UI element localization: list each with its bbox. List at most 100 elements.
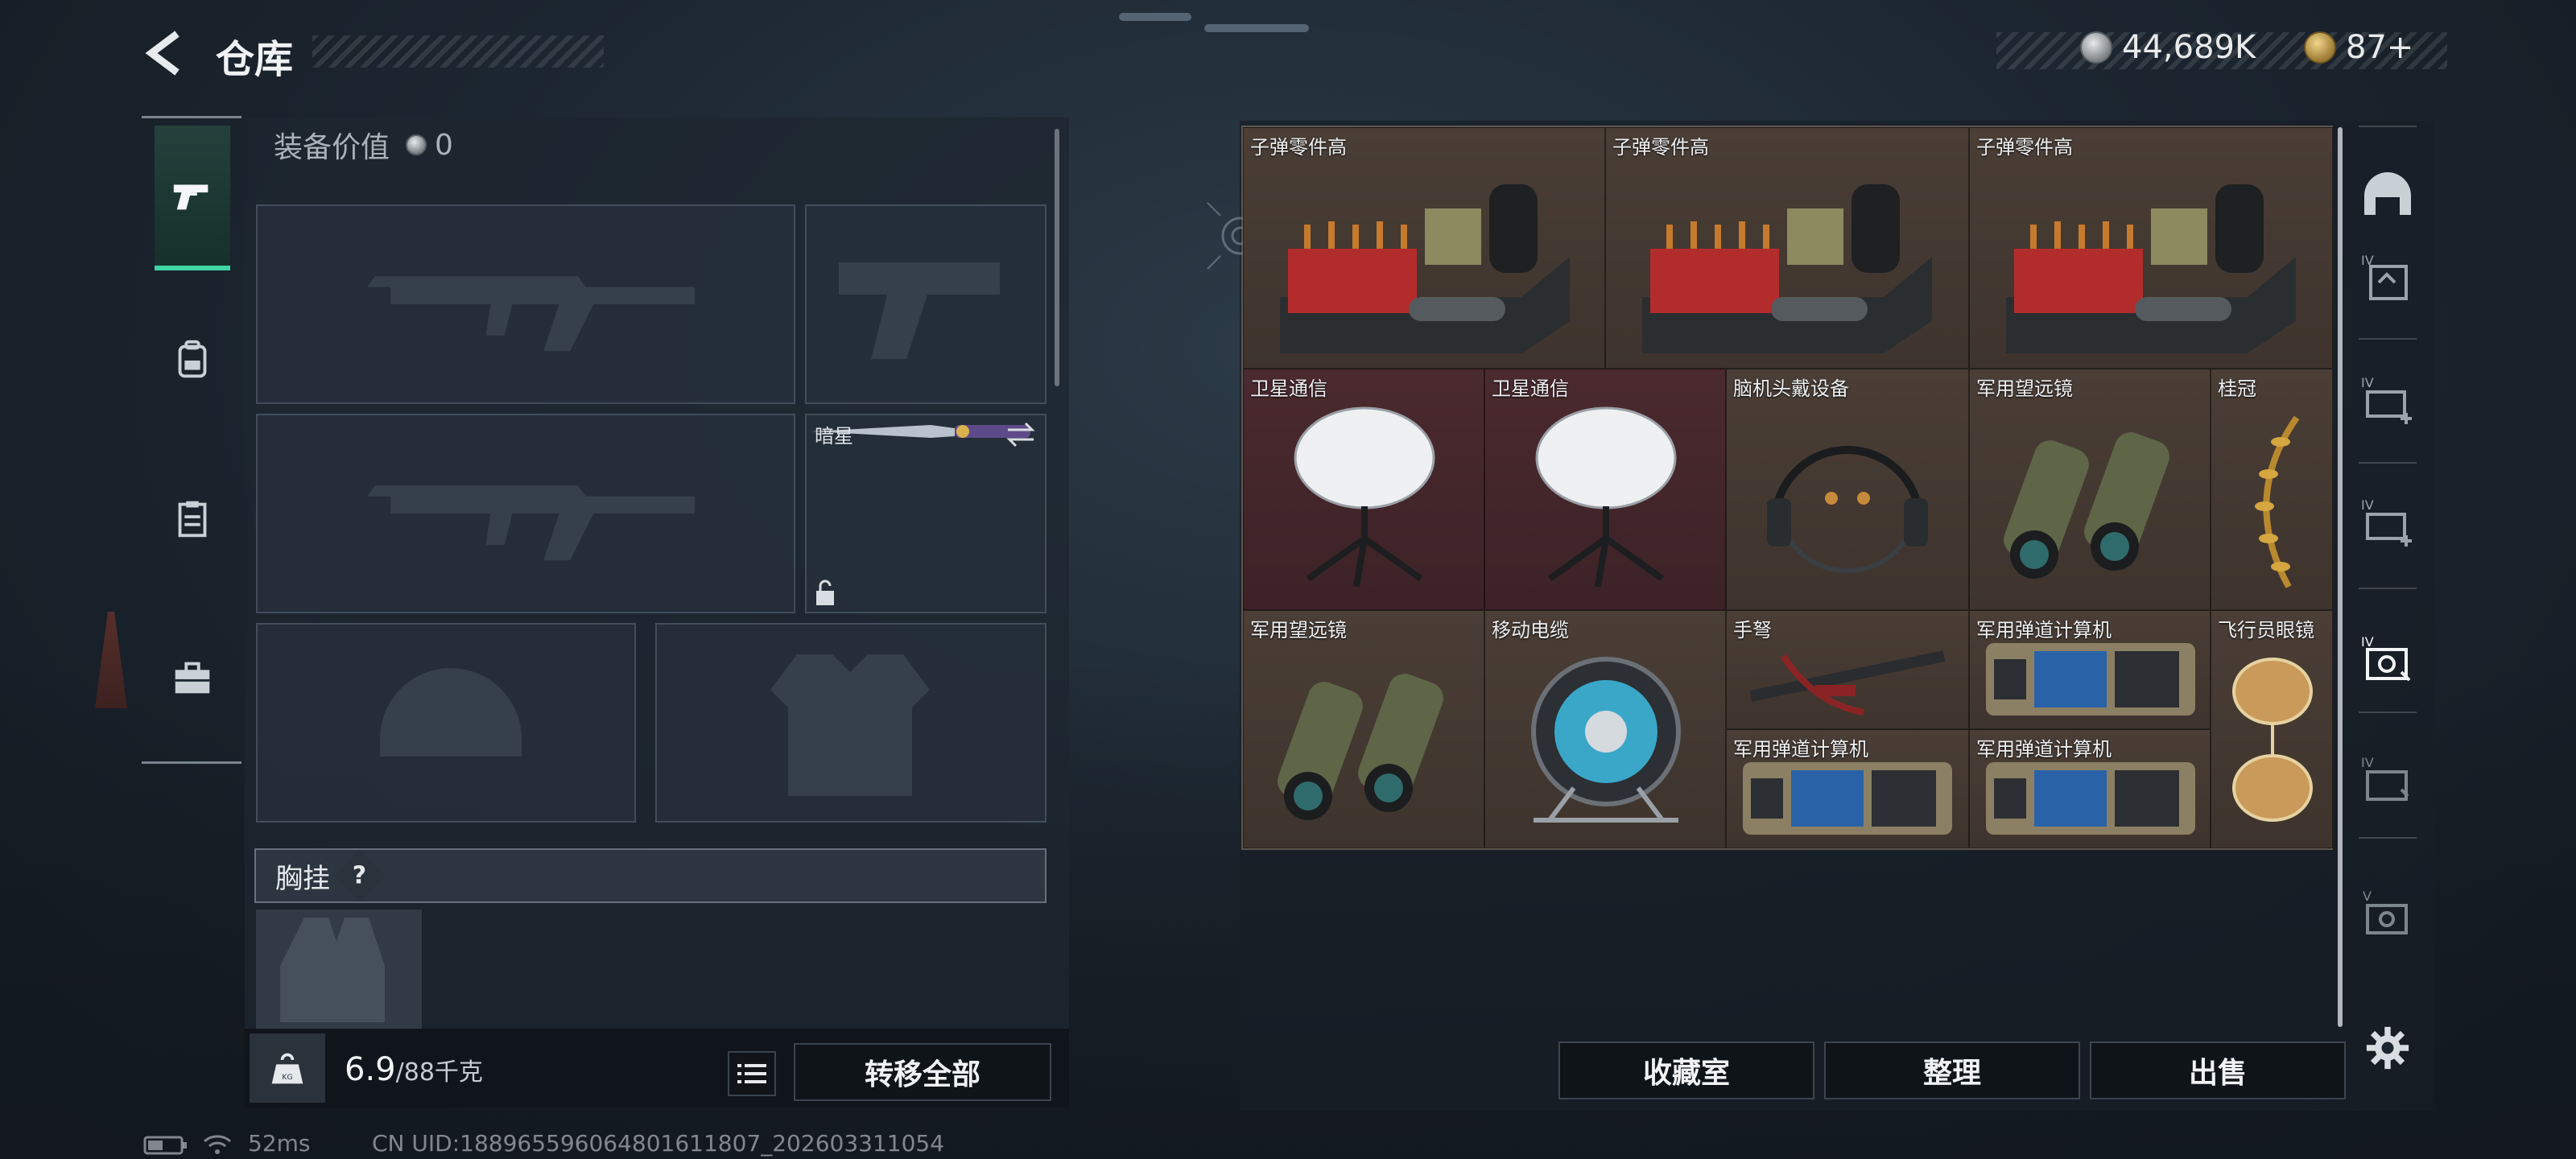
silver-currency[interactable]: 44,689K	[2080, 29, 2256, 66]
pistol-icon	[173, 184, 208, 210]
laurel-crown-icon	[2255, 415, 2300, 588]
uid-readout: CN UID:18896559606480161180​7_2026033110…	[372, 1130, 945, 1157]
svg-text:IV: IV	[2361, 755, 2374, 770]
sidearm-slot[interactable]	[805, 204, 1046, 404]
gear-icon	[2366, 1026, 2409, 1070]
stash-item-cable-reel[interactable]: 移动电缆	[1484, 610, 1726, 848]
ammo-crate-icon	[1280, 184, 1570, 353]
settings-button[interactable]	[2357, 1008, 2418, 1088]
case-tier-iv-plus-icon: IV	[2361, 375, 2412, 424]
tab-case-1[interactable]: IV	[2357, 238, 2418, 319]
tab-case-4-active[interactable]: IV	[2357, 620, 2418, 700]
carry-weight: 6.9/88千克	[345, 1051, 483, 1088]
weight-max: /88千克	[395, 1058, 483, 1087]
gold-currency[interactable]: 87+	[2304, 29, 2413, 66]
stash-item-laurel[interactable]: 桂冠	[2211, 369, 2333, 610]
stash-item-headset[interactable]: 脑机头戴设备	[1726, 369, 1969, 610]
stash-item-satellite-dish[interactable]: 卫星通信	[1243, 369, 1484, 610]
helmet-slot[interactable]	[256, 623, 636, 823]
pistol-silhouette-icon	[839, 262, 1000, 359]
ceiling-light	[1119, 13, 1191, 21]
cable-reel-icon	[1531, 657, 1681, 823]
binoculars-icon	[1278, 674, 1443, 820]
equipment-scrollbar[interactable]	[1055, 129, 1059, 386]
tab-case-5[interactable]: IV	[2357, 740, 2418, 821]
ammo-crate-icon	[2006, 184, 2296, 353]
tab-backpack[interactable]	[155, 287, 230, 431]
melee-slot-label: 暗星	[815, 425, 853, 448]
stash-item-crossbow[interactable]: 手弩	[1726, 610, 1969, 729]
stash-item-aviator-glasses[interactable]: 飞行员眼镜	[2211, 610, 2333, 848]
tab-case-2[interactable]: IV	[2357, 361, 2418, 441]
swap-icon[interactable]	[1005, 420, 1037, 449]
case-tier-iv-plus-icon: IV	[2361, 497, 2412, 547]
stash-item-ballistic-computer[interactable]: 军用弹道计算机	[1969, 729, 2211, 848]
svg-text:IV: IV	[2361, 497, 2374, 513]
lock-icon	[816, 580, 834, 605]
tab-armor[interactable]	[155, 446, 230, 591]
back-button[interactable]	[142, 29, 190, 77]
ballistic-computer-icon	[1986, 643, 2195, 716]
sort-button[interactable]: 整理	[1824, 1041, 2080, 1099]
stash-item-ammo-crate[interactable]: 子弹零件高	[1969, 127, 2333, 369]
item-label: 桂冠	[2218, 377, 2256, 400]
stash-item-ammo-crate[interactable]: 子弹零件高	[1605, 127, 1969, 369]
rifle-silhouette-icon	[274, 276, 696, 352]
tab-case-3[interactable]: IV	[2357, 483, 2418, 563]
title-decoration	[312, 35, 604, 68]
list-icon	[737, 1064, 766, 1083]
battery-icon	[143, 1136, 187, 1155]
stash-item-binoculars[interactable]: 军用望远镜	[1969, 369, 2211, 610]
ballistic-computer-icon	[1743, 762, 1952, 835]
helmet-silhouette-icon	[380, 668, 522, 757]
weight-badge: KG	[250, 1033, 325, 1103]
tab-weapons[interactable]	[155, 126, 230, 270]
primary-weapon-slot[interactable]	[256, 204, 795, 404]
toolbox-icon	[175, 662, 210, 694]
item-label: 子弹零件高	[1976, 136, 2073, 159]
stash-item-satellite-dish[interactable]: 卫星通信	[1484, 369, 1726, 610]
aviator-glasses-icon	[2232, 658, 2313, 822]
rifle-silhouette-icon	[274, 485, 696, 561]
satellite-dish-icon	[1535, 406, 1677, 588]
rail-divider	[2359, 588, 2417, 589]
svg-text:KG: KG	[282, 1073, 292, 1082]
weight-current: 6.9	[345, 1051, 396, 1088]
headset-icon	[1767, 446, 1928, 573]
collection-room-button[interactable]: 收藏室	[1558, 1041, 1814, 1099]
tab-toolbox[interactable]	[155, 605, 230, 750]
rail-divider	[2359, 126, 2417, 127]
rail-divider	[2359, 338, 2417, 340]
rail-divider	[2359, 711, 2417, 713]
case-tier-v-icon: V	[2363, 889, 2408, 934]
chest-rig-header: 胸挂 ?	[254, 848, 1046, 903]
tab-safe-box[interactable]	[2357, 153, 2418, 233]
kettlebell-icon: KG	[271, 1053, 303, 1084]
chest-rig-slot[interactable]	[256, 909, 422, 1030]
equipment-value-amount: 0	[435, 128, 453, 162]
rail-divider	[2359, 462, 2417, 464]
silver-amount: 44,689K	[2122, 29, 2256, 66]
stash-item-ammo-crate[interactable]: 子弹零件高	[1243, 127, 1605, 369]
ballistic-computer-icon	[1986, 762, 2195, 835]
ammo-crate-icon	[1642, 184, 1932, 353]
equipment-value-label: 装备价值	[274, 131, 390, 164]
rail-divider	[142, 116, 242, 118]
stash-item-ballistic-computer[interactable]: 军用弹道计算机	[1726, 729, 1969, 848]
body-armor-slot[interactable]	[655, 623, 1046, 823]
clipboard-icon	[178, 501, 207, 538]
stash-scrollbar[interactable]	[2338, 127, 2343, 1027]
melee-slot[interactable]: 暗星	[805, 414, 1046, 613]
transfer-all-button[interactable]: 转移全部	[794, 1043, 1051, 1101]
secondary-weapon-slot[interactable]	[256, 414, 795, 613]
sell-button[interactable]: 出售	[2090, 1041, 2346, 1099]
list-view-button[interactable]	[728, 1051, 776, 1096]
tab-case-6[interactable]: V	[2357, 874, 2418, 955]
chest-rig-label: 胸挂	[275, 862, 330, 895]
stash-item-binoculars[interactable]: 军用望远镜	[1243, 610, 1484, 848]
svg-text:IV: IV	[2361, 634, 2374, 650]
stash-item-ballistic-computer[interactable]: 军用弹道计算机	[1969, 610, 2211, 729]
help-button[interactable]: ?	[333, 849, 386, 902]
rail-divider	[142, 761, 242, 764]
svg-text:IV: IV	[2361, 375, 2374, 390]
